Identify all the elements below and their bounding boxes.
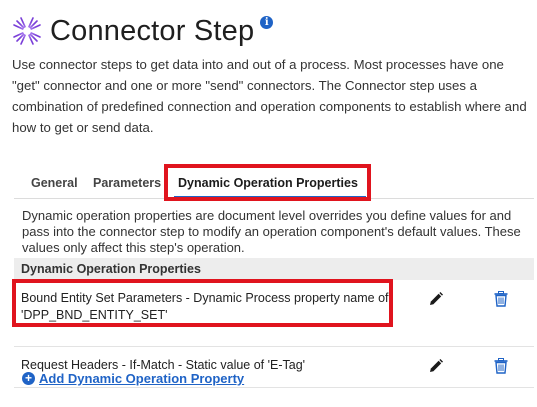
- table-header: Dynamic Operation Properties: [14, 258, 534, 280]
- page-header: Connector Step i: [12, 10, 274, 52]
- intro-text: Use connector steps to get data into and…: [12, 57, 527, 135]
- starburst-logo-icon: [12, 16, 42, 46]
- tab-general[interactable]: General: [31, 176, 78, 190]
- info-icon[interactable]: i: [260, 15, 274, 29]
- add-dynamic-operation-property-link[interactable]: + Add Dynamic Operation Property: [22, 371, 244, 386]
- tab-parameters[interactable]: Parameters: [93, 176, 161, 190]
- plus-circle-icon: +: [22, 372, 35, 385]
- pencil-icon[interactable]: [429, 292, 443, 306]
- page-title: Connector Step: [50, 14, 255, 47]
- trash-icon[interactable]: [494, 358, 508, 374]
- add-link-label: Add Dynamic Operation Property: [39, 371, 245, 386]
- trash-icon[interactable]: [494, 291, 508, 307]
- tab-description: Dynamic operation properties are documen…: [22, 208, 521, 255]
- highlight-box-tab: [164, 164, 371, 201]
- pencil-icon[interactable]: [429, 359, 443, 373]
- highlight-box-row: [12, 279, 393, 327]
